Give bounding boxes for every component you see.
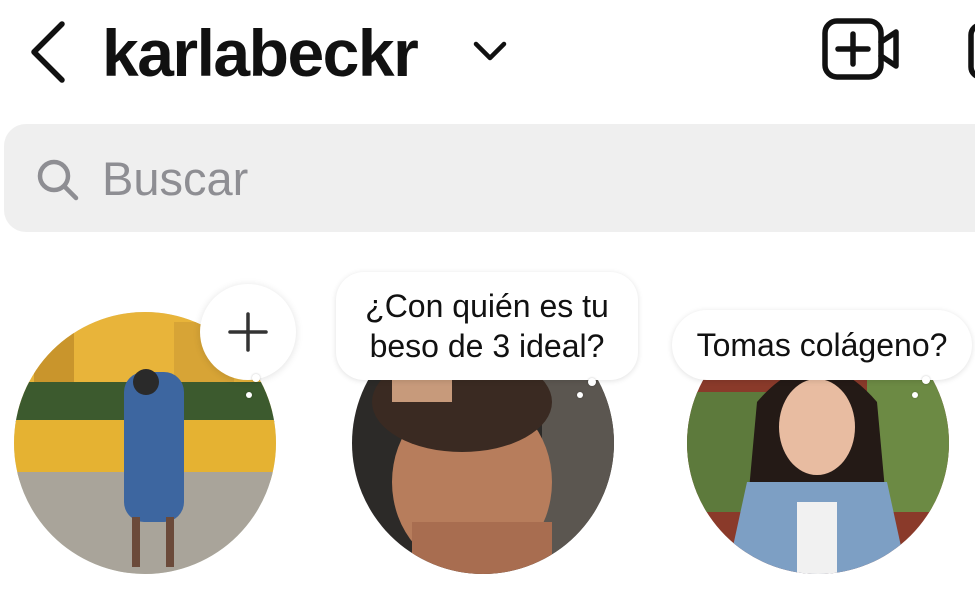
note-tail-dot [577,392,583,398]
search-input[interactable] [102,148,802,208]
account-username[interactable]: karlabeckr [102,8,419,98]
new-video-call-button[interactable] [820,16,902,82]
note-bubble-2[interactable]: ¿Con quién es tu beso de 3 ideal? [336,272,638,380]
note-tail-dot [246,392,252,398]
add-note-button[interactable] [200,284,296,380]
back-button[interactable] [24,16,72,88]
compose-button[interactable] [966,20,975,82]
search-bar[interactable] [4,124,975,232]
note-text: Tomas colágeno? [696,327,948,363]
note-tail-dot [922,376,930,384]
chevron-left-icon [31,21,65,83]
account-switch-button[interactable] [470,34,510,68]
plus-icon [228,312,268,352]
note-text-line: beso de 3 ideal? [369,328,605,364]
note-text-line: ¿Con quién es tu [365,288,609,324]
note-tail-dot [912,392,918,398]
video-plus-icon [822,18,899,80]
note-tail-dot [588,378,596,386]
compose-icon [968,23,975,79]
direct-messages-screen: karlabeckr Buscar ¿Con quién es tu beso … [0,0,975,608]
note-bubble-3[interactable]: Tomas colágeno? [672,310,972,380]
search-icon [37,159,79,201]
note-tail-dot [252,374,260,382]
chevron-down-icon [473,41,507,61]
